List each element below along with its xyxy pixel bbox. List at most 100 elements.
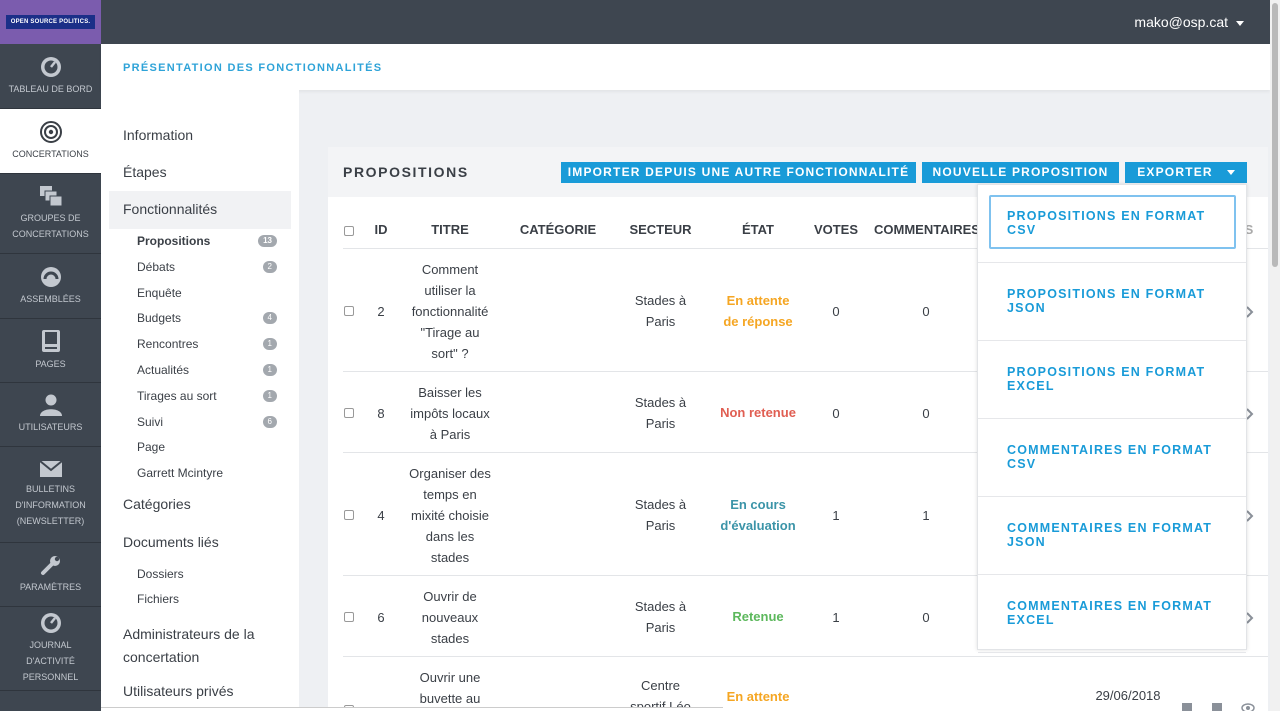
row-title-line: "Tirage au [420,325,480,340]
page-title: PRÉSENTATION DES FONCTIONNALITÉS [123,62,383,74]
subnav-feature[interactable]: Tirages au sort 1 [137,389,277,403]
subnav-feature[interactable]: Actualités 1 [137,363,277,377]
user-menu[interactable]: mako@osp.cat [1134,14,1244,30]
export-menu-item[interactable]: COMMENTAIRES EN FORMAT EXCEL [978,575,1246,653]
admin-app: OPEN SOURCE POLITICS. TABLEAU DE BORD CON… [0,0,1280,711]
row-sector-line: Stades à [634,394,687,410]
select-all-checkbox[interactable] [344,226,354,236]
mainnav-item-3[interactable]: GROUPES DE CONCERTATIONS [0,174,101,254]
mainnav-item-1[interactable]: TABLEAU DE BORD [0,44,101,109]
subnav-feature[interactable]: Suivi 6 [137,415,277,429]
subnav-feature-label: Page [137,440,166,455]
row-title-line: Ouvrir de [423,589,477,604]
subnav-categories[interactable]: Catégories [123,496,191,512]
row-comments: 1 [922,507,930,523]
row-id: 4 [377,507,385,523]
header-titre[interactable]: TITRE [405,222,495,237]
subnav-fichiers[interactable]: Fichiers [137,592,277,606]
header-etat[interactable]: ÉTAT [713,222,803,237]
subnav-etapes[interactable]: Étapes [123,164,167,180]
export-menu-label: COMMENTAIRES EN FORMAT EXCEL [1007,599,1213,627]
row-state-line: En attente [726,292,790,308]
row-checkbox[interactable] [344,407,354,418]
row-title: Ouvrir une buvette au [405,667,495,709]
header-votes[interactable]: VOTES [811,222,861,237]
subnav-feature-label: Budgets [137,311,182,326]
row-title-line: Comment [421,262,479,277]
export-menu-item[interactable]: COMMENTAIRES EN FORMAT JSON [978,497,1246,575]
export-menu-item[interactable]: PROPOSITIONS EN FORMAT JSON [978,263,1246,341]
main-sidebar: OPEN SOURCE POLITICS. TABLEAU DE BORD CON… [0,0,101,711]
export-menu-item[interactable]: PROPOSITIONS EN FORMAT EXCEL [978,341,1246,419]
row-sector-line: Stades à [634,598,687,614]
stop-icon[interactable] [1211,701,1223,711]
row-title-line: sort" ? [431,346,469,361]
copy-icon[interactable] [1181,701,1193,711]
logo[interactable]: OPEN SOURCE POLITICS. [0,0,101,44]
subnav-fonctionnalites[interactable]: Fonctionnalités [109,191,291,229]
subnav-feature[interactable]: Débats 2 [137,260,277,274]
subnav-private-users[interactable]: Utilisateurs privés [123,683,233,699]
title-bar: PRÉSENTATION DES FONCTIONNALITÉS [101,44,1270,90]
mainnav-item-7[interactable]: BULLETINS D'INFORMATION (NEWSLETTER) [0,447,101,543]
subnav-admins[interactable]: Administrateurs de la concertation [123,623,255,669]
row-title-line: à Paris [429,427,471,442]
subnav-feature[interactable]: Propositions 13 [137,234,277,248]
chevron-right-icon[interactable] [1246,305,1258,318]
export-button[interactable]: EXPORTER [1125,162,1247,183]
export-menu-label: PROPOSITIONS EN FORMAT CSV [1007,209,1206,237]
row-title-line: Organiser des [409,466,491,481]
subnav-feature[interactable]: Page [137,440,277,454]
row-sector: Centre sportif Léo [618,675,703,711]
mainnav-item-9[interactable]: JOURNAL D'ACTIVITÉ PERSONNEL [0,607,101,691]
mainnav-label: ASSEMBLÉES [20,293,81,304]
export-menu-item[interactable]: PROPOSITIONS EN FORMAT CSV [978,185,1246,263]
header-categorie[interactable]: CATÉGORIE [508,222,608,237]
chevron-right-icon[interactable] [1246,611,1258,624]
mainnav-item-4[interactable]: ASSEMBLÉES [0,254,101,319]
secondary-sidebar: Information Étapes Fonctionnalités Propo… [101,90,299,711]
new-proposition-button[interactable]: NOUVELLE PROPOSITION [922,162,1119,183]
mainnav-item-8[interactable]: PARAMÈTRES [0,543,101,607]
row-state-line: d'évaluation [720,517,796,533]
subnav-feature[interactable]: Budgets 4 [137,311,277,325]
mainnav-item-6[interactable]: UTILISATEURS [0,383,101,447]
subnav-documents[interactable]: Documents liés [123,534,219,550]
export-label: EXPORTER [1137,165,1213,179]
row-checkbox[interactable] [344,611,354,622]
chevron-right-icon[interactable] [1246,407,1258,420]
subnav-admins-line1: Administrateurs de la [123,626,255,642]
eye-icon[interactable] [1241,701,1255,711]
subnav-information[interactable]: Information [123,127,193,143]
subnav-feature[interactable]: Enquête [137,286,277,300]
logo-text: OPEN SOURCE POLITICS. [5,15,96,29]
row-sector-line: Stades à [634,292,687,308]
header-commentaires[interactable]: COMMENTAIRES [874,222,980,237]
header-id[interactable]: ID [371,222,391,237]
subnav-feature[interactable]: Garrett Mcintyre [137,466,277,480]
row-checkbox[interactable] [344,305,354,316]
mainnav-item-5[interactable]: PAGES [0,319,101,383]
count-badge: 2 [262,260,277,273]
row-sector-line: Stades à [634,496,687,512]
export-menu-item[interactable]: COMMENTAIRES EN FORMAT CSV [978,419,1246,497]
subnav-dossiers[interactable]: Dossiers [137,567,277,581]
row-state: En attente [713,686,803,707]
import-button[interactable]: IMPORTER DEPUIS UNE AUTRE FONCTIONNALITÉ [561,162,916,183]
mainnav-label: UTILISATEURS [18,422,83,432]
subnav-feature-label: Propositions [137,234,211,248]
mainnav-label: PARAMÈTRES [19,582,82,592]
row-sector-line: Paris [645,415,676,431]
subnav-feature[interactable]: Rencontres 1 [137,337,277,351]
row-title-line: temps en [423,487,477,502]
mainnav-item-2[interactable]: CONCERTATIONS [0,109,101,174]
header-secteur[interactable]: SECTEUR [618,222,703,237]
count-badge: 6 [262,415,277,428]
page-scrollbar[interactable] [1270,0,1280,711]
row-checkbox[interactable] [344,509,354,520]
scrollbar-thumb[interactable] [1272,3,1278,267]
row-title-line: Baisser les [418,385,482,400]
layers-icon [39,185,63,210]
horizontal-scrollbar[interactable] [101,707,723,711]
chevron-right-icon[interactable] [1246,509,1258,522]
